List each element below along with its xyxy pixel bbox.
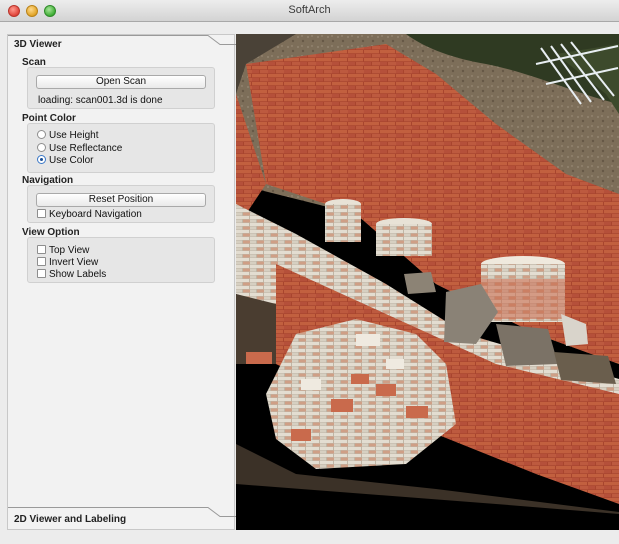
checkbox-icon: [37, 245, 46, 254]
invert-view-label: Invert View: [49, 257, 99, 268]
point-cloud-render: [236, 34, 619, 530]
radio-off-icon: [37, 130, 46, 139]
scan-status: loading: scan001.3d is done: [38, 95, 163, 106]
tab-3d-viewer[interactable]: 3D Viewer: [14, 39, 62, 50]
use-reflectance-label: Use Reflectance: [49, 143, 123, 154]
checkbox-icon: [37, 209, 46, 218]
use-color-radio[interactable]: Use Color: [37, 155, 93, 167]
use-color-label: Use Color: [49, 155, 94, 166]
radio-on-icon: [37, 155, 46, 164]
tab-2d-viewer-labeling[interactable]: 2D Viewer and Labeling: [14, 514, 126, 525]
invert-view-checkbox[interactable]: Invert View: [37, 257, 98, 269]
title-bar: SoftArch: [0, 0, 619, 22]
use-height-radio[interactable]: Use Height: [37, 130, 98, 142]
top-view-label: Top View: [49, 245, 90, 256]
checkbox-icon: [37, 269, 46, 278]
reset-position-button[interactable]: Reset Position: [36, 193, 206, 207]
radio-off-icon: [37, 143, 46, 152]
use-reflectance-radio[interactable]: Use Reflectance: [37, 143, 122, 155]
checkbox-icon: [37, 257, 46, 266]
show-labels-label: Show Labels: [49, 269, 107, 280]
window-title: SoftArch: [288, 4, 331, 16]
keyboard-navigation-label: Keyboard Navigation: [49, 209, 142, 220]
use-height-label: Use Height: [49, 130, 99, 141]
control-panel: 3D Viewer Scan Open Scan loading: scan00…: [7, 34, 236, 530]
top-view-checkbox[interactable]: Top View: [37, 245, 89, 257]
keyboard-navigation-checkbox[interactable]: Keyboard Navigation: [37, 209, 142, 221]
show-labels-checkbox[interactable]: Show Labels: [37, 269, 106, 281]
open-scan-button[interactable]: Open Scan: [36, 75, 206, 89]
3d-viewport[interactable]: [236, 34, 619, 530]
